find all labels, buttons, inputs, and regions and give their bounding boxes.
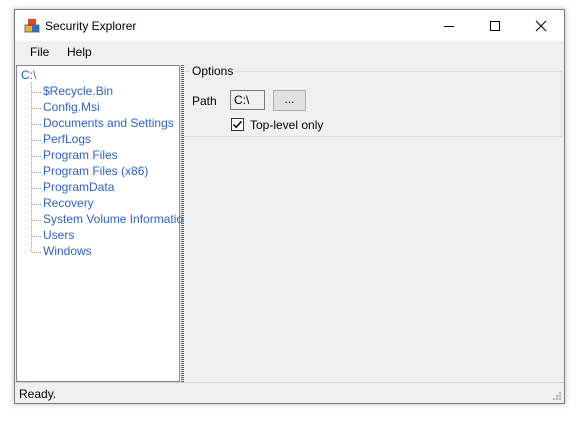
toplevel-checkbox-label[interactable]: Top-level only [250, 118, 323, 132]
close-button[interactable] [518, 10, 564, 41]
tree-item-program-files-x86[interactable]: Program Files (x86) [43, 164, 148, 180]
tree-item-recycle-bin[interactable]: $Recycle.Bin [43, 84, 113, 100]
status-text: Ready. [19, 387, 57, 401]
menu-file[interactable]: File [30, 45, 49, 59]
status-bar: Ready. [15, 382, 564, 403]
tree-item-users[interactable]: Users [43, 228, 74, 244]
tree-item-documents-and-settings[interactable]: Documents and Settings [43, 116, 174, 132]
title-bar[interactable]: Security Explorer [15, 10, 564, 41]
maximize-icon [490, 20, 500, 31]
menu-help[interactable]: Help [67, 45, 92, 59]
folder-tree[interactable]: C:\ $Recycle.Bin Config.Msi Documents an… [16, 65, 190, 382]
tree-root-drive[interactable]: C:\ [21, 68, 36, 82]
close-icon [535, 20, 547, 31]
minimize-button[interactable] [426, 10, 472, 41]
path-label: Path [192, 94, 217, 108]
checkmark-icon [232, 120, 243, 129]
tree-item-recovery[interactable]: Recovery [43, 196, 94, 212]
toplevel-checkbox[interactable] [231, 118, 244, 131]
tree-item-perflogs[interactable]: PerfLogs [43, 132, 91, 148]
menu-bar: File Help [15, 41, 564, 63]
resize-grip-icon[interactable] [550, 389, 562, 401]
options-panel: Options Path C:\ ... Top-level only [184, 64, 564, 382]
tree-item-system-volume-information[interactable]: System Volume Information [43, 212, 190, 228]
app-icon [24, 19, 40, 33]
browse-button[interactable]: ... [273, 90, 306, 111]
tree-item-programdata[interactable]: ProgramData [43, 180, 114, 196]
path-field[interactable]: C:\ [230, 90, 265, 110]
options-group: Options Path C:\ ... Top-level only [184, 64, 562, 137]
minimize-icon [444, 25, 454, 27]
window-title: Security Explorer [45, 19, 137, 33]
options-group-title: Options [190, 64, 236, 78]
tree-item-program-files[interactable]: Program Files [43, 148, 118, 164]
tree-item-config-msi[interactable]: Config.Msi [43, 100, 100, 116]
tree-item-windows[interactable]: Windows [43, 244, 92, 260]
maximize-button[interactable] [472, 10, 518, 41]
app-window: Security Explorer File Help C:\ $Recycle… [14, 9, 565, 404]
